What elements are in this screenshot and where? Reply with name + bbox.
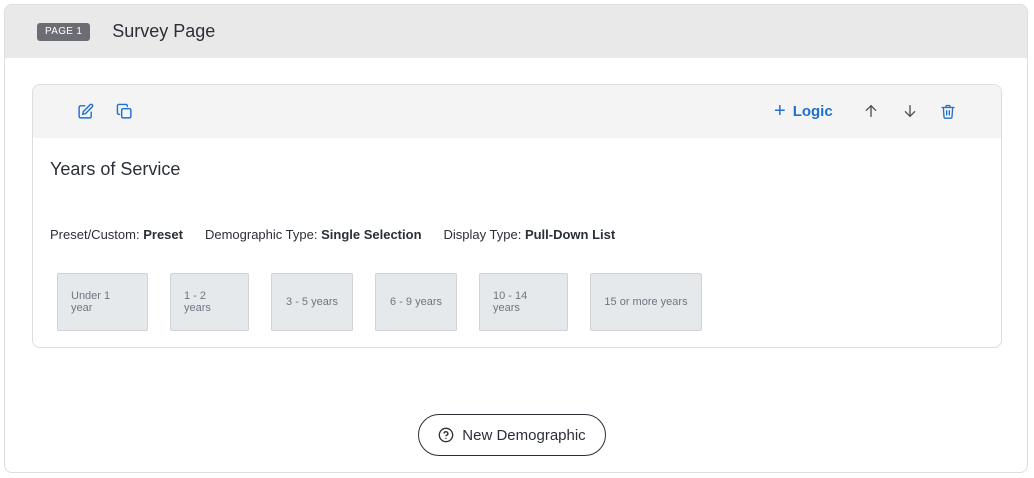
page-header: PAGE 1 Survey Page bbox=[5, 5, 1027, 58]
option-item: 10 - 14 years bbox=[479, 273, 568, 331]
edit-icon[interactable] bbox=[76, 102, 94, 120]
question-title: Years of Service bbox=[50, 159, 181, 179]
options-list: Under 1 year 1 - 2 years 3 - 5 years 6 -… bbox=[57, 273, 724, 331]
add-logic-button[interactable]: + Logic bbox=[774, 100, 833, 122]
arrow-up-icon[interactable] bbox=[862, 102, 880, 120]
option-item: 15 or more years bbox=[590, 273, 702, 331]
question-meta: Preset/Custom: Preset Demographic Type: … bbox=[50, 227, 637, 242]
option-item: Under 1 year bbox=[57, 273, 148, 331]
option-item: 3 - 5 years bbox=[271, 273, 353, 331]
copy-icon[interactable] bbox=[115, 102, 133, 120]
question-card: + Logic Years of Service Preset/Custom: … bbox=[32, 84, 1002, 348]
survey-page-panel: PAGE 1 Survey Page + Logic Years of Serv… bbox=[4, 4, 1028, 473]
page-badge: PAGE 1 bbox=[37, 22, 91, 41]
logic-label: Logic bbox=[792, 102, 833, 120]
arrow-down-icon[interactable] bbox=[901, 102, 919, 120]
new-demographic-label: New Demographic bbox=[462, 426, 586, 444]
trash-icon[interactable] bbox=[939, 102, 957, 120]
plus-icon: + bbox=[774, 100, 786, 122]
new-demographic-button[interactable]: New Demographic bbox=[418, 414, 606, 456]
meta-demographic-type: Demographic Type: Single Selection bbox=[204, 227, 422, 242]
meta-preset: Preset/Custom: Preset bbox=[50, 227, 183, 242]
help-circle-icon bbox=[438, 427, 454, 443]
question-toolbar: + Logic bbox=[33, 85, 1001, 138]
option-item: 6 - 9 years bbox=[375, 273, 457, 331]
page-title: Survey Page bbox=[112, 21, 216, 41]
option-item: 1 - 2 years bbox=[170, 273, 249, 331]
meta-display-type: Display Type: Pull-Down List bbox=[443, 227, 616, 242]
